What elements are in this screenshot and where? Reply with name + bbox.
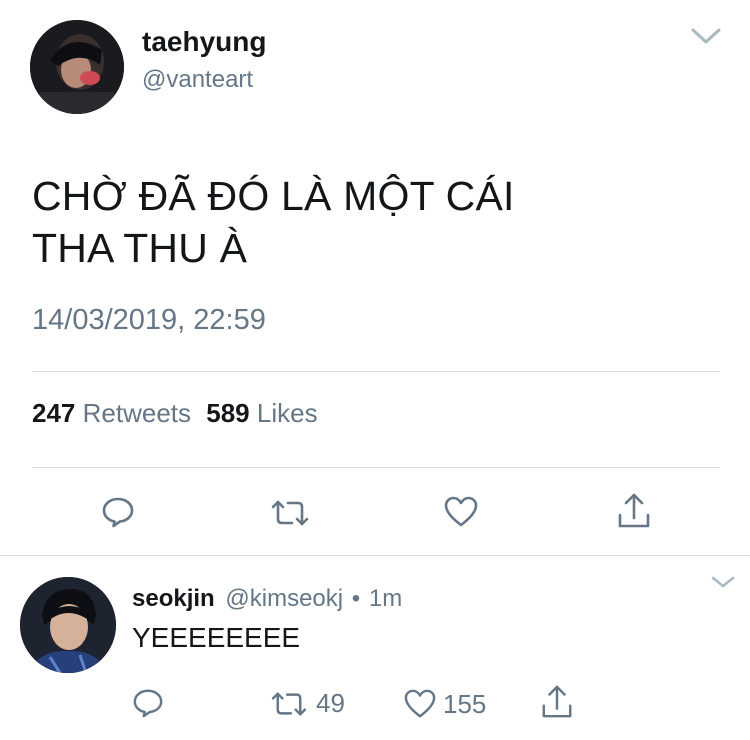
retweets-count: 247 — [32, 398, 76, 428]
divider — [0, 555, 750, 556]
reply-heart-icon — [403, 688, 437, 720]
reply-separator: • — [351, 585, 361, 612]
reply-reply-icon[interactable] — [132, 687, 164, 719]
author-display-name[interactable]: taehyung — [142, 26, 266, 58]
reply-chevron-down-icon[interactable] — [710, 574, 736, 590]
heart-icon[interactable] — [443, 495, 479, 529]
retweet-icon[interactable] — [270, 497, 310, 529]
reply-like-count: 155 — [443, 688, 487, 719]
retweets-label: Retweets — [82, 398, 192, 428]
reply-retweet-count: 49 — [316, 688, 345, 718]
tweet-stats: 247 Retweets 589 Likes — [32, 398, 318, 429]
tweet-text-line-2: THA THU À — [32, 225, 248, 271]
reply-display-name[interactable]: seokjin — [132, 585, 215, 612]
likes-label: Likes — [256, 398, 318, 428]
reply-share-icon[interactable] — [540, 684, 574, 720]
reply-retweet-action[interactable]: 49 — [270, 688, 345, 719]
reply-icon[interactable] — [101, 495, 135, 529]
chevron-down-icon[interactable] — [690, 26, 722, 46]
reply-like-action[interactable]: 155 — [403, 688, 486, 720]
reply-author-avatar[interactable] — [20, 577, 116, 673]
reply-time[interactable]: 1m — [369, 585, 402, 612]
reply-header: seokjin @kimseokj • 1m — [132, 585, 402, 613]
divider — [32, 467, 720, 468]
tweet-timestamp[interactable]: 14/03/2019, 22:59 — [32, 304, 266, 337]
tweet-text: CHỜ ĐÃ ĐÓ LÀ MỘT CÁI THA THU À — [32, 170, 515, 274]
share-icon[interactable] — [616, 492, 652, 530]
tweet-text-line-1: CHỜ ĐÃ ĐÓ LÀ MỘT CÁI — [32, 173, 515, 219]
reply-retweet-icon — [270, 689, 308, 719]
divider — [32, 371, 720, 372]
retweets-stat[interactable]: 247 Retweets — [32, 398, 198, 428]
reply-handle[interactable]: @kimseokj — [225, 585, 343, 612]
reply-text: YEEEEEEEE — [132, 622, 301, 653]
likes-count: 589 — [206, 398, 250, 428]
likes-stat[interactable]: 589 Likes — [206, 398, 317, 428]
author-handle[interactable]: @vanteart — [142, 66, 253, 94]
author-avatar[interactable] — [30, 20, 124, 114]
